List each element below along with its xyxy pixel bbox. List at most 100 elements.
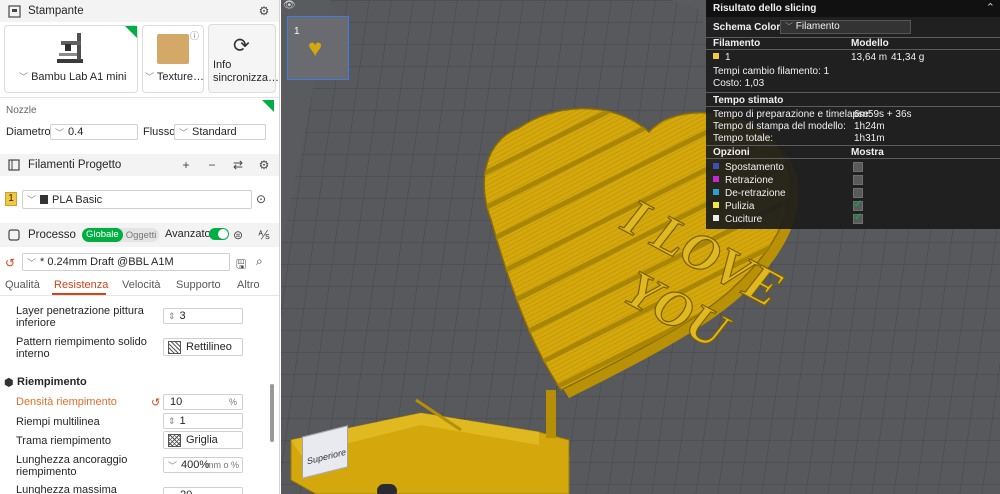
remove-filament-icon[interactable]: − [204,157,220,173]
camera-handle[interactable] [377,484,397,494]
undo-icon[interactable]: ↺ [151,396,160,409]
bottom-pattern-select[interactable]: Rettilineo [163,338,243,356]
nozzle-title: Nozzle [6,105,37,116]
printer-section-title: Stampante [28,5,84,17]
undo-icon[interactable]: ↺ [5,256,15,270]
filament-sync-icon[interactable]: ⇄ [230,157,246,173]
anchor-length-input[interactable]: ﹀ 400% mm o % [163,457,243,473]
filament-more-icon[interactable]: ⊙ [256,192,266,206]
printer-name: Bambu Lab A1 mini [31,71,127,83]
chevron-down-icon: ﹀ [27,195,37,205]
process-section-header: Processo Globale Oggetti Avanzato ⊜ ⅍ [0,223,279,247]
scope-global-option[interactable]: Globale [81,228,123,242]
search-icon[interactable]: ⌕ [256,254,263,269]
infill-group-title: Riempimento [17,376,87,388]
process-profile-select[interactable]: ﹀ * 0.24mm Draft @BBL A1M [22,253,230,271]
scope-objects-option[interactable]: Oggetti [123,230,160,241]
infill-group-icon: ⬢ [4,377,14,389]
save-icon[interactable]: 🖫 [236,255,246,276]
option-retraction: Retrazione [713,175,773,186]
filament-weight: 41,34 g [891,52,925,63]
stepper-icon[interactable]: ⇕ [168,416,176,427]
option-travel: Spostamento [713,162,784,173]
nozzle-flow-label: Flusso [143,126,176,138]
infill-pattern-select[interactable]: Griglia [163,431,243,449]
max-length-input[interactable]: 20 [163,487,243,494]
settings-scrollbar[interactable] [270,384,274,442]
multiline-label: Riempi multilinea [16,416,100,428]
printer-selector[interactable]: ﹀ Bambu Lab A1 mini [4,25,138,93]
infill-pattern-value: Griglia [186,434,218,446]
stepper-icon[interactable]: ⇕ [168,311,176,322]
tab-quality[interactable]: Qualità [5,279,40,291]
tab-support[interactable]: Supporto [176,279,221,291]
show-wipe-checkbox[interactable] [853,199,863,211]
gear-icon[interactable]: ⚙ [256,3,272,19]
show-retraction-checkbox[interactable] [853,175,863,185]
sync-status-corner [125,26,137,38]
show-deretraction-checkbox[interactable] [853,188,863,198]
travel-color-swatch [713,163,719,169]
printer-icon [6,3,22,19]
infill-density-unit: % [228,397,237,407]
anchor-length-value: 400% [181,459,210,471]
sync-label-line1: Info [213,59,232,71]
bottom-pattern-value: Rettilineo [186,341,232,353]
collapse-icon[interactable]: ⌃ [986,1,995,14]
prep-time-value: 6m59s + 36s [854,109,912,120]
process-scope-toggle[interactable]: Globale Oggetti [81,228,160,242]
plate-number: 1 [294,26,300,37]
sync-info-button[interactable]: ⟳ Info sincronizza… [208,24,279,93]
reset-icon[interactable]: ⅍ [256,227,272,243]
tab-other[interactable]: Altro [237,279,260,291]
plate-model-preview: ♥ [308,35,323,62]
left-sidebar: Stampante ⚙ ﹀ Bambu Lab A1 mini ⓘ ﹀ Text… [0,0,280,494]
plate-type-selector[interactable]: ⓘ ﹀ Texture… [142,25,204,93]
chevron-down-icon: ﹀ [179,127,189,138]
filament-length: 13,64 m [851,52,888,63]
option-seams: Cuciture [713,214,762,225]
add-filament-icon[interactable]: + [178,157,194,173]
chevron-down-icon: ﹀ [55,127,65,138]
plate-thumbnail[interactable]: 1 ♥ [287,16,349,80]
filament-index-badge[interactable]: 1 [5,192,17,206]
infill-density-input[interactable]: 10 % [163,394,243,410]
chevron-down-icon: ﹀ [785,22,793,31]
bottom-layers-value: 3 [179,310,186,322]
printer-model-icon [57,33,83,63]
chevron-down-icon: ﹀ [168,460,178,471]
infill-density-label: Densità riempimento [16,396,117,408]
option-deretraction: De-retrazione [713,188,786,199]
compare-icon[interactable]: ⊜ [230,227,246,243]
filament-changes: Tempi cambio filamento: 1 [713,66,830,77]
model-column-header: Modello [851,38,889,49]
multiline-input[interactable]: ⇕ 1 [163,413,243,429]
filament-select[interactable]: ﹀ PLA Basic [22,190,252,209]
nozzle-flow-select[interactable]: ﹀ Standard [174,124,266,140]
color-scheme-select[interactable]: ﹀ Filamento [780,20,911,34]
bottom-layers-input[interactable]: ⇕ 3 [163,308,243,324]
chevron-down-icon: ﹀ [19,72,29,82]
print-time-label: Tempo di stampa del modello: [713,121,846,132]
rectilinear-pattern-icon [168,340,181,354]
max-length-value: 20 [180,489,192,494]
process-section-title: Processo [28,229,76,241]
result-title: Risultato dello slicing [713,3,817,14]
filament-name: PLA Basic [52,193,103,206]
gear-icon[interactable]: ⚙ [256,157,272,173]
color-scheme-value: Filamento [795,21,840,32]
nozzle-flow-value: Standard [192,126,237,138]
nozzle-diameter-select[interactable]: ﹀ 0.4 [50,124,138,140]
view-cube-label: Superiore [307,446,347,467]
chevron-down-icon: ﹀ [27,257,37,268]
eye-icon[interactable]: 👁 [283,0,296,11]
option-wipe: Pulizia [713,201,754,212]
infill-density-value: 10 [170,396,183,408]
show-travel-checkbox[interactable] [853,162,863,172]
tab-speed[interactable]: Velocità [122,279,161,291]
advanced-toggle[interactable] [209,228,229,240]
bottom-layers-label: Layer penetrazione pittura inferiore [16,305,144,329]
info-icon[interactable]: ⓘ [190,29,199,42]
show-seams-checkbox[interactable] [853,212,863,224]
tab-strength[interactable]: Resistenza [54,279,108,291]
